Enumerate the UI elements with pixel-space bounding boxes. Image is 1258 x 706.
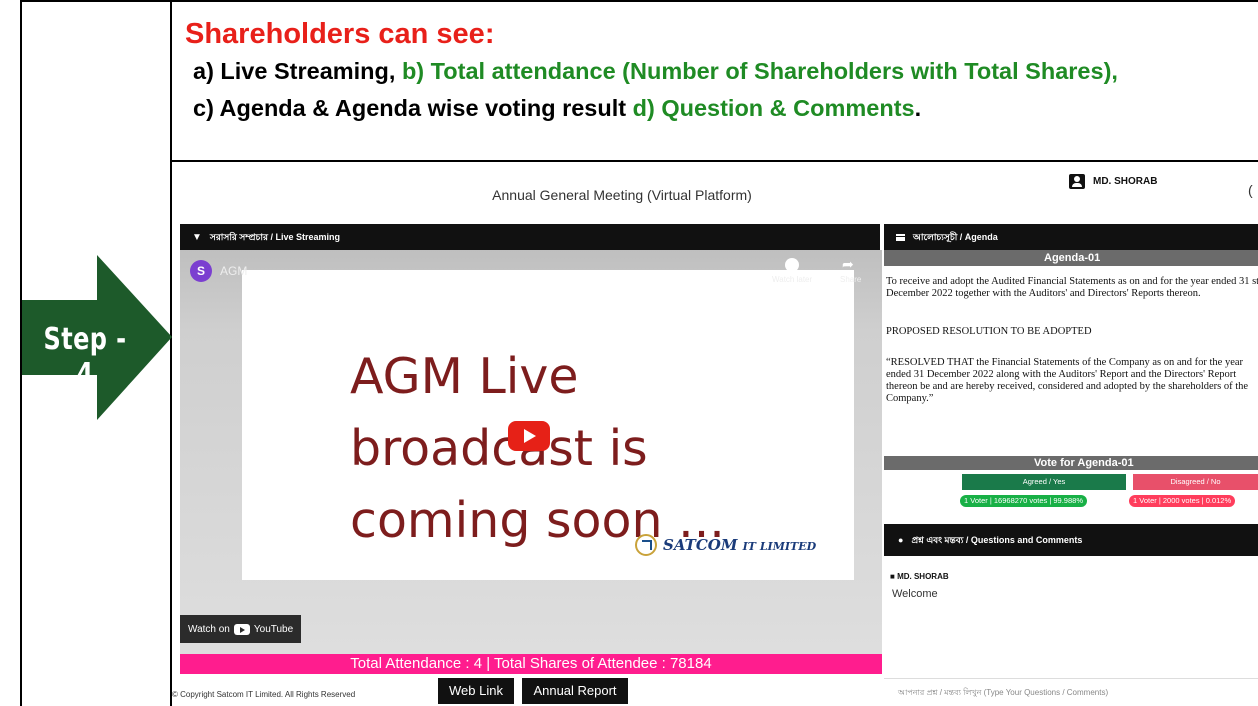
satcom-brand: SATCOM IT LIMITED (663, 536, 816, 554)
video-player[interactable]: AGM Live broadcast is coming soon ... S … (180, 250, 882, 654)
feature-line-1: a) Live Streaming, b) Total attendance (… (193, 58, 1118, 85)
vote-no-result: 1 Voter | 2000 votes | 0.012% (1129, 495, 1236, 507)
channel-name[interactable]: AGM (220, 264, 247, 278)
feature-d: d) Question & Comments (632, 95, 915, 121)
satcom-emblem-icon (635, 534, 657, 556)
share-icon[interactable]: ➦ (842, 256, 854, 273)
agenda-paragraph-3: “RESOLVED THAT the Financial Statements … (886, 357, 1249, 404)
questions-bar: ● প্রশ্ন এবং মন্তব্য / Questions and Com… (884, 524, 1258, 556)
clock-icon[interactable] (785, 258, 799, 272)
agenda-paragraph-2: PROPOSED RESOLUTION TO BE ADOPTED (886, 326, 1092, 337)
feature-a: a) Live Streaming, (193, 58, 402, 84)
vote-yes-result: 1 Voter | 16968270 votes | 99.988% (960, 495, 1087, 507)
share-label[interactable]: Share (840, 275, 861, 284)
header-extra: ( (1248, 182, 1253, 198)
vote-yes-button[interactable]: Agreed / Yes (962, 474, 1126, 490)
attendance-bar: Total Attendance : 4 | Total Shares of A… (180, 654, 882, 674)
comment-message: Welcome (892, 588, 938, 600)
satcom-logo: SATCOM IT LIMITED (635, 534, 816, 556)
questions-bar-label: প্রশ্ন এবং মন্তব্য / Questions and Comme… (911, 534, 1083, 545)
app-header: Annual General Meeting (Virtual Platform… (172, 162, 1258, 224)
vote-no-button[interactable]: Disagreed / No (1133, 474, 1258, 490)
page-title: Shareholders can see: (185, 18, 495, 50)
satcom-brand-sub: IT LIMITED (742, 540, 817, 553)
youtube-icon (233, 623, 250, 635)
watch-on-youtube[interactable]: Watch on YouTube (180, 615, 302, 643)
user-menu[interactable]: MD. SHORAB (1069, 174, 1157, 189)
slide-line-2: broadcast is (350, 420, 648, 477)
agm-screenshot: Annual General Meeting (Virtual Platform… (172, 162, 1258, 706)
watch-later-label[interactable]: Watch later (772, 275, 812, 284)
slide-line-1: AGM Live (350, 348, 579, 405)
live-streaming-bar: ▼ সরাসরি সম্প্রচার / Live Streaming (180, 224, 880, 250)
play-button[interactable] (508, 421, 550, 451)
watch-on-label: Watch on (188, 623, 230, 635)
footer: © Copyright Satcom IT Limited. All Right… (172, 674, 884, 706)
agenda-paragraph-1: To receive and adopt the Audited Financi… (886, 276, 1258, 299)
app-title: Annual General Meeting (Virtual Platform… (492, 187, 752, 203)
youtube-label: YouTube (253, 623, 294, 635)
user-name: MD. SHORAB (1093, 176, 1158, 187)
step-label: Step - 4 (43, 322, 127, 392)
list-icon (896, 233, 905, 241)
question-input[interactable]: আপনার প্রশ্ন / মন্তব্য লিখুন (Type Your … (884, 678, 1258, 706)
comment-author: ■ MD. SHORAB (890, 572, 949, 581)
comment-author-name: MD. SHORAB (897, 572, 949, 581)
user-icon (1069, 174, 1085, 189)
feature-end: . (914, 95, 922, 121)
copyright: © Copyright Satcom IT Limited. All Right… (172, 690, 356, 699)
feature-b: b) Total attendance (Number of Sharehold… (401, 58, 1118, 84)
comment-icon: ● (898, 535, 904, 545)
feature-c: c) Agenda & Agenda wise voting result (193, 95, 633, 121)
agenda-heading: Agenda-01 (884, 250, 1258, 266)
channel-avatar[interactable]: S (190, 260, 212, 282)
annual-report-button[interactable]: Annual Report (522, 678, 628, 704)
agenda-bar: আলোচ্যসূচী / Agenda (884, 224, 1258, 250)
broadcast-icon: ▼ (192, 231, 202, 243)
feature-line-2: c) Agenda & Agenda wise voting result d)… (193, 95, 921, 122)
vote-heading: Vote for Agenda-01 (884, 456, 1258, 470)
agenda-bar-label: আলোচ্যসূচী / Agenda (913, 231, 998, 242)
web-link-button[interactable]: Web Link (438, 678, 514, 704)
live-streaming-label: সরাসরি সম্প্রচার / Live Streaming (209, 231, 340, 242)
satcom-brand-name: SATCOM (663, 536, 738, 554)
